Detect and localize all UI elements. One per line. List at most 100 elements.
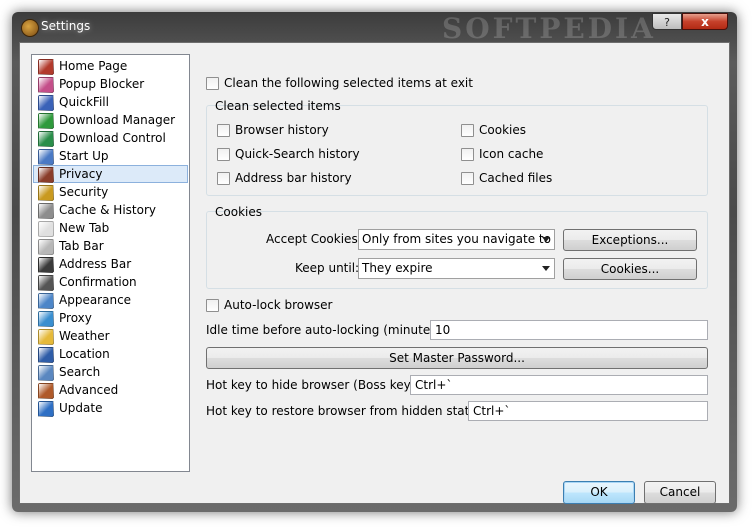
download-manager-icon [38,113,54,129]
download-control-icon [38,131,54,147]
sidebar-item-start-up[interactable]: Start Up [33,147,188,165]
hide-hotkey-label: Hot key to hide browser (Boss key): [206,378,420,392]
address-bar-icon [38,257,54,273]
cached-files-checkbox[interactable] [461,172,474,185]
accept-cookies-value: Only from sites you navigate to [362,232,551,246]
cached-files-label: Cached files [479,171,553,185]
sidebar-item-location[interactable]: Location [33,345,188,363]
sidebar-item-download-manager[interactable]: Download Manager [33,111,188,129]
category-list[interactable]: Home Page Popup Blocker QuickFill Download … [31,54,190,472]
address-bar-history-checkbox[interactable] [217,172,230,185]
sidebar-item-tab-bar[interactable]: Tab Bar [33,237,188,255]
sidebar-item-appearance[interactable]: Appearance [33,291,188,309]
accept-cookies-label: Accept Cookies: [266,232,362,246]
sidebar-item-confirmation[interactable]: Confirmation [33,273,188,291]
quickfill-icon [38,95,54,111]
sidebar-item-search[interactable]: Search [33,363,188,381]
sidebar-item-new-tab[interactable]: New Tab [33,219,188,237]
update-icon [38,401,54,417]
sidebar-item-label: Privacy [59,167,103,181]
sidebar-item-label: New Tab [59,221,110,235]
sidebar-item-label: Location [59,347,110,361]
home-icon [38,59,54,75]
sidebar-item-label: Proxy [59,311,92,325]
sidebar-item-popup-blocker[interactable]: Popup Blocker [33,75,188,93]
sidebar-item-label: Update [59,401,103,415]
sidebar-item-cache-history[interactable]: Cache & History [33,201,188,219]
sidebar-item-label: Address Bar [59,257,132,271]
icon-cache-checkbox[interactable] [461,148,474,161]
idle-time-label: Idle time before auto-locking (minutes): [206,323,446,337]
clean-on-exit-label: Clean the following selected items at ex… [224,76,473,90]
location-icon [38,347,54,363]
watermark-text: SOFTPEDIA [442,12,656,45]
close-button[interactable]: x [682,13,728,30]
window-title: Settings [41,19,91,33]
sidebar-item-security[interactable]: Security [33,183,188,201]
confirmation-icon [38,275,54,291]
clean-on-exit-checkbox[interactable] [206,77,219,90]
hide-hotkey-input[interactable]: Ctrl+` [410,375,708,395]
help-button[interactable]: ? [652,13,682,30]
sidebar-item-proxy[interactable]: Proxy [33,309,188,327]
sidebar-item-label: Download Control [59,131,166,145]
app-icon [21,19,39,37]
search-icon [38,365,54,381]
cookies-checkbox[interactable] [461,124,474,137]
sidebar-item-label: Weather [59,329,110,343]
tools-icon [38,383,54,399]
sidebar-item-update[interactable]: Update [33,399,188,417]
browser-history-checkbox[interactable] [217,124,230,137]
set-master-password-button[interactable]: Set Master Password... [206,347,708,369]
title-bar[interactable]: Settings SOFTPEDIA ? x [12,12,737,45]
clean-items-group-title: Clean selected items [215,99,341,113]
cookies-button[interactable]: Cookies... [563,258,697,280]
exceptions-button[interactable]: Exceptions... [563,229,697,251]
lock-icon [38,185,54,201]
cancel-button[interactable]: Cancel [644,481,716,504]
sidebar-item-label: Home Page [59,59,128,73]
sidebar-item-label: Advanced [59,383,119,397]
quick-search-history-label: Quick-Search history [235,147,360,161]
sidebar-item-label: Security [59,185,109,199]
popup-icon [38,77,54,93]
quick-search-history-checkbox[interactable] [217,148,230,161]
tab-bar-icon [38,239,54,255]
sidebar-item-label: Start Up [59,149,109,163]
sidebar-item-label: Appearance [59,293,132,307]
address-bar-history-label: Address bar history [235,171,352,185]
auto-lock-checkbox[interactable] [206,299,219,312]
sidebar-item-address-bar[interactable]: Address Bar [33,255,188,273]
sidebar-item-label: Tab Bar [59,239,104,253]
sidebar-item-quickfill[interactable]: QuickFill [33,93,188,111]
chevron-down-icon [542,266,550,271]
sidebar-item-weather[interactable]: Weather [33,327,188,345]
auto-lock-label: Auto-lock browser [224,298,333,312]
chevron-down-icon [542,237,550,242]
accept-cookies-select[interactable]: Only from sites you navigate to [358,229,555,250]
keep-until-value: They expire [362,261,433,275]
keep-until-label: Keep until: [295,261,360,275]
cookies-label: Cookies [479,123,526,137]
history-icon [38,203,54,219]
restore-hotkey-input[interactable]: Ctrl+` [468,401,708,421]
sidebar-item-advanced[interactable]: Advanced [33,381,188,399]
appearance-icon [38,293,54,309]
ok-button[interactable]: OK [563,481,635,504]
sidebar-item-home-page[interactable]: Home Page [33,57,188,75]
sidebar-item-label: Popup Blocker [59,77,145,91]
sidebar-item-download-control[interactable]: Download Control [33,129,188,147]
keep-until-select[interactable]: They expire [358,258,555,279]
startup-icon [38,149,54,165]
sidebar-item-privacy[interactable]: Privacy [33,165,188,183]
sidebar-item-label: Download Manager [59,113,176,127]
idle-time-input[interactable]: 10 [430,320,708,340]
dialog-client-area: Home Page Popup Blocker QuickFill Download … [19,42,730,504]
sidebar-item-label: Search [59,365,101,379]
sidebar-item-label: Confirmation [59,275,137,289]
cookies-group-title: Cookies [215,205,262,219]
weather-icon [38,329,54,345]
settings-window: Settings SOFTPEDIA ? x Home Page Popup Bl… [12,12,737,512]
privacy-icon [38,167,54,183]
browser-history-label: Browser history [235,123,329,137]
